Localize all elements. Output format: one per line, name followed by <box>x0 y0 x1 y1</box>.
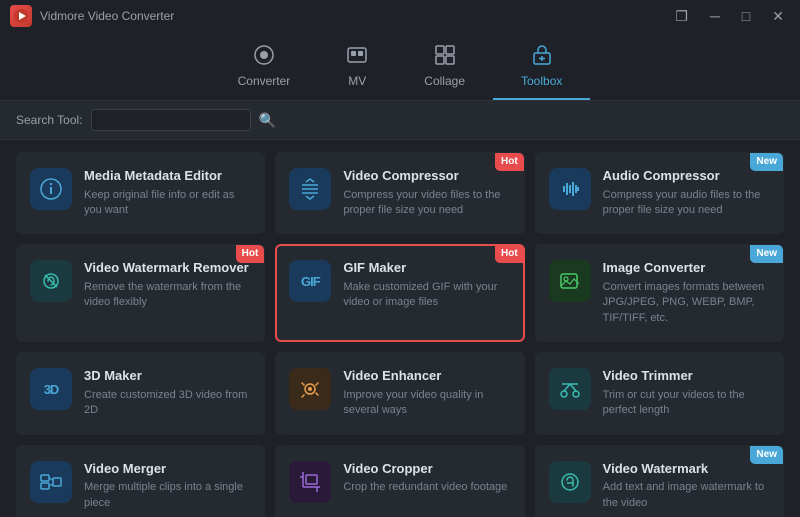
tab-collage-label: Collage <box>424 74 465 88</box>
tab-toolbox[interactable]: Toolbox <box>493 36 590 100</box>
search-label: Search Tool: <box>16 113 83 127</box>
tool-card-audio-compressor[interactable]: New Audio Compressor Compress your audio … <box>535 152 784 234</box>
icon-video-cropper <box>289 461 331 503</box>
search-icon[interactable]: 🔍 <box>259 112 276 129</box>
icon-video-compressor <box>289 168 331 210</box>
icon-video-merger <box>30 461 72 503</box>
tool-card-video-enhancer[interactable]: Video Enhancer Improve your video quality… <box>275 352 524 434</box>
close-icon[interactable]: ✕ <box>766 6 790 27</box>
tool-name-image-converter: Image Converter <box>603 260 770 276</box>
tool-text-video-trimmer: Video Trimmer Trim or cut your videos to … <box>603 368 770 418</box>
tab-converter[interactable]: Converter <box>210 36 319 100</box>
toolbox-icon <box>531 44 553 70</box>
icon-3d-maker: 3D <box>30 368 72 410</box>
nav-tabs: Converter MV Collage <box>0 32 800 101</box>
collage-icon <box>434 44 456 70</box>
badge-audio-compressor: New <box>750 153 783 171</box>
tool-card-image-converter[interactable]: New Image Converter Convert images format… <box>535 244 784 342</box>
search-input[interactable] <box>91 109 251 131</box>
tool-text-video-cropper: Video Cropper Crop the redundant video fo… <box>343 461 510 496</box>
tool-name-video-merger: Video Merger <box>84 461 251 477</box>
badge-video-watermark: New <box>750 446 783 464</box>
tool-text-gif-maker: GIF Maker Make customized GIF with your v… <box>343 260 510 310</box>
converter-icon <box>253 44 275 70</box>
tool-desc-video-compressor: Compress your video files to the proper … <box>343 188 510 219</box>
tool-card-3d-maker[interactable]: 3D 3D Maker Create customized 3D video fro… <box>16 352 265 434</box>
tab-collage[interactable]: Collage <box>396 36 493 100</box>
badge-video-watermark-remover: Hot <box>236 245 265 263</box>
tool-text-video-merger: Video Merger Merge multiple clips into a … <box>84 461 251 511</box>
restore-icon[interactable]: ❐ <box>669 6 694 27</box>
tool-name-video-cropper: Video Cropper <box>343 461 510 477</box>
tool-name-3d-maker: 3D Maker <box>84 368 251 384</box>
search-bar: Search Tool: 🔍 <box>0 101 800 140</box>
tab-converter-label: Converter <box>238 74 291 88</box>
tool-desc-media-metadata: Keep original file info or edit as you w… <box>84 188 251 219</box>
tool-card-video-watermark[interactable]: New Video Watermark Add text and image wa… <box>535 445 784 517</box>
badge-gif-maker: Hot <box>495 245 524 263</box>
tool-text-audio-compressor: Audio Compressor Compress your audio file… <box>603 168 770 218</box>
title-bar-left: Vidmore Video Converter <box>10 5 174 27</box>
tool-desc-video-enhancer: Improve your video quality in several wa… <box>343 388 510 419</box>
tool-desc-video-cropper: Crop the redundant video footage <box>343 480 510 495</box>
badge-image-converter: New <box>750 245 783 263</box>
mv-icon <box>346 44 368 70</box>
tool-card-video-compressor[interactable]: Hot Video Compressor Compress your video … <box>275 152 524 234</box>
icon-video-watermark <box>549 461 591 503</box>
tool-text-3d-maker: 3D Maker Create customized 3D video from … <box>84 368 251 418</box>
tool-card-gif-maker[interactable]: Hot GIF GIF Maker Make customized GIF with … <box>275 244 524 342</box>
tool-name-video-compressor: Video Compressor <box>343 168 510 184</box>
tool-name-media-metadata: Media Metadata Editor <box>84 168 251 184</box>
minimize-icon[interactable]: ─ <box>704 6 726 26</box>
icon-video-enhancer <box>289 368 331 410</box>
tool-grid: Media Metadata Editor Keep original file … <box>0 140 800 517</box>
icon-gif-maker: GIF <box>289 260 331 302</box>
tab-mv-label: MV <box>348 74 366 88</box>
app-logo <box>10 5 32 27</box>
tool-card-video-trimmer[interactable]: Video Trimmer Trim or cut your videos to … <box>535 352 784 434</box>
tool-text-video-watermark: Video Watermark Add text and image waterm… <box>603 461 770 511</box>
maximize-icon[interactable]: □ <box>736 6 756 26</box>
tool-desc-video-merger: Merge multiple clips into a single piece <box>84 480 251 511</box>
window-controls: ❐ ─ □ ✕ <box>669 6 790 27</box>
tool-name-video-watermark-remover: Video Watermark Remover <box>84 260 251 276</box>
tool-card-video-watermark-remover[interactable]: Hot Video Watermark Remover Remove the wa… <box>16 244 265 342</box>
tool-desc-gif-maker: Make customized GIF with your video or i… <box>343 280 510 311</box>
tab-toolbox-label: Toolbox <box>521 74 562 88</box>
tool-name-video-watermark: Video Watermark <box>603 461 770 477</box>
tool-card-video-cropper[interactable]: Video Cropper Crop the redundant video fo… <box>275 445 524 517</box>
tool-desc-video-trimmer: Trim or cut your videos to the perfect l… <box>603 388 770 419</box>
tool-text-video-watermark-remover: Video Watermark Remover Remove the waterm… <box>84 260 251 310</box>
tool-text-media-metadata: Media Metadata Editor Keep original file … <box>84 168 251 218</box>
badge-video-compressor: Hot <box>495 153 524 171</box>
tool-name-video-trimmer: Video Trimmer <box>603 368 770 384</box>
tool-name-audio-compressor: Audio Compressor <box>603 168 770 184</box>
tool-desc-video-watermark: Add text and image watermark to the vide… <box>603 480 770 511</box>
icon-media-metadata <box>30 168 72 210</box>
icon-video-watermark-remover <box>30 260 72 302</box>
tool-desc-audio-compressor: Compress your audio files to the proper … <box>603 188 770 219</box>
tool-card-media-metadata[interactable]: Media Metadata Editor Keep original file … <box>16 152 265 234</box>
tool-desc-image-converter: Convert images formats between JPG/JPEG,… <box>603 280 770 326</box>
tool-card-video-merger[interactable]: Video Merger Merge multiple clips into a … <box>16 445 265 517</box>
tool-text-video-compressor: Video Compressor Compress your video file… <box>343 168 510 218</box>
tool-name-gif-maker: GIF Maker <box>343 260 510 276</box>
tool-text-image-converter: Image Converter Convert images formats be… <box>603 260 770 326</box>
icon-audio-compressor <box>549 168 591 210</box>
title-bar: Vidmore Video Converter ❐ ─ □ ✕ <box>0 0 800 32</box>
tool-desc-3d-maker: Create customized 3D video from 2D <box>84 388 251 419</box>
icon-image-converter <box>549 260 591 302</box>
app-title: Vidmore Video Converter <box>40 9 174 23</box>
icon-video-trimmer <box>549 368 591 410</box>
tool-text-video-enhancer: Video Enhancer Improve your video quality… <box>343 368 510 418</box>
tab-mv[interactable]: MV <box>318 36 396 100</box>
tool-desc-video-watermark-remover: Remove the watermark from the video flex… <box>84 280 251 311</box>
tool-name-video-enhancer: Video Enhancer <box>343 368 510 384</box>
